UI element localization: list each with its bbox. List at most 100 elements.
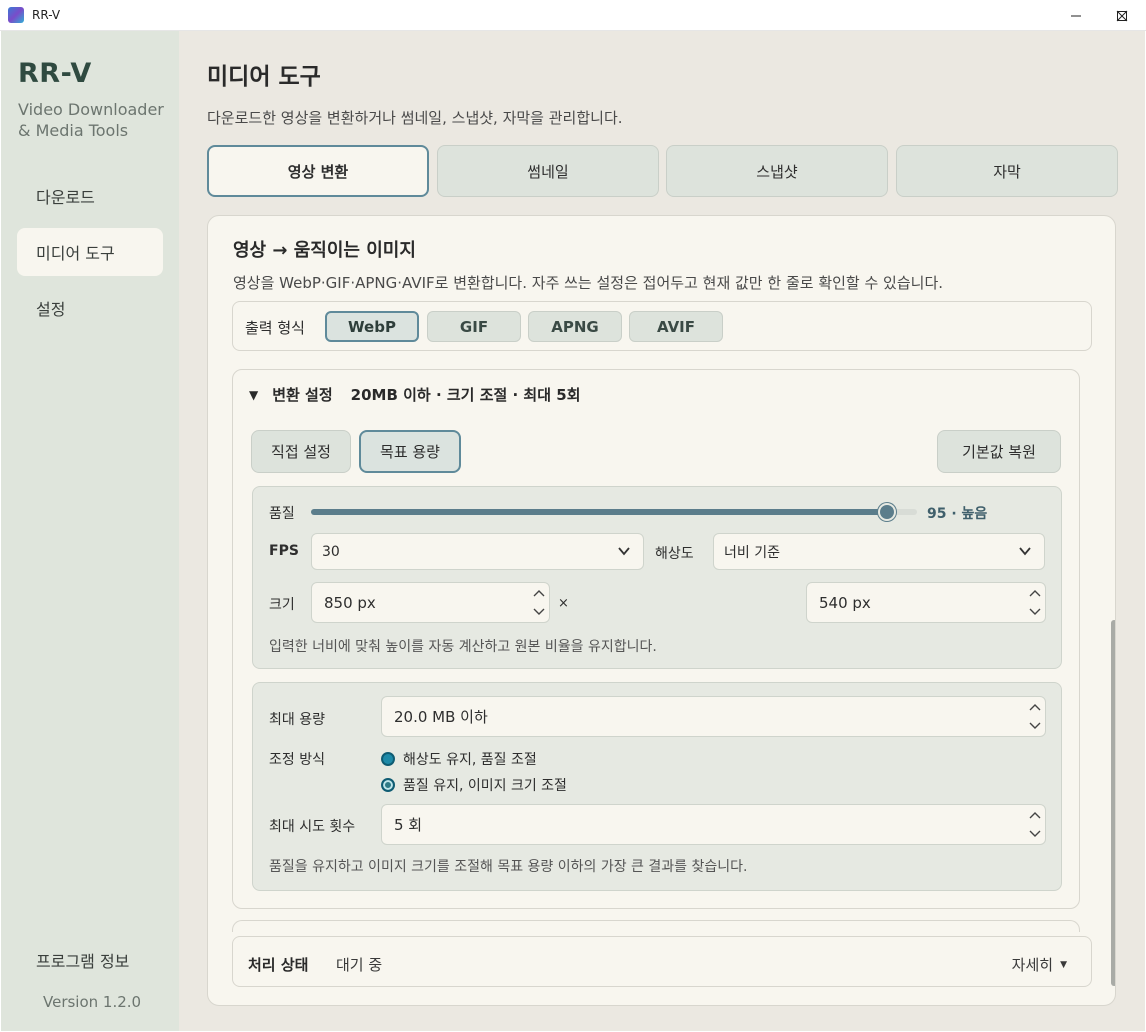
- target-size-mode-button[interactable]: 목표 용량: [359, 430, 461, 473]
- triangle-down-icon: ▼: [249, 387, 259, 402]
- quality-panel: 품질 95 · 높음 FPS 30 해상도 너비 기준 크기 850 px × …: [252, 486, 1062, 669]
- radio-checked-icon: [381, 778, 395, 792]
- chevron-down-icon[interactable]: [533, 608, 545, 616]
- chevron-down-icon: [1019, 547, 1031, 556]
- adjust-keep-resolution-radio[interactable]: 해상도 유지, 품질 조절: [381, 749, 537, 769]
- settings-collapse-toggle[interactable]: ▼ 변환 설정 20MB 이하 · 크기 조절 · 최대 5회: [249, 384, 581, 405]
- chevron-up-icon[interactable]: [1029, 811, 1041, 819]
- width-value: 850 px: [324, 593, 376, 612]
- status-label: 처리 상태: [248, 956, 309, 974]
- scrollbar[interactable]: [1111, 620, 1115, 986]
- manual-mode-button[interactable]: 직접 설정: [251, 430, 351, 473]
- details-toggle[interactable]: 자세히 ▼: [1012, 954, 1067, 975]
- sidebar-item-download[interactable]: 다운로드: [17, 172, 163, 220]
- version-label: Version 1.2.0: [43, 993, 142, 1011]
- brand-title: RR-V: [18, 58, 92, 89]
- app-logo-icon: [8, 7, 24, 23]
- target-size-panel: 최대 용량 20.0 MB 이하 조정 방식 해상도 유지, 품질 조절 품질 …: [252, 682, 1062, 891]
- caret-down-icon: ▼: [1060, 959, 1067, 970]
- quality-value: 95 · 높음: [927, 506, 988, 522]
- chevron-down-icon[interactable]: [1029, 830, 1041, 838]
- quality-slider[interactable]: [311, 503, 917, 521]
- radio-label: 품질 유지, 이미지 크기 조절: [403, 778, 567, 794]
- chevron-up-icon[interactable]: [1029, 703, 1041, 711]
- output-format-row: 출력 형식 WebP GIF APNG AVIF: [232, 301, 1092, 351]
- main-area: 미디어 도구 다운로드한 영상을 변환하거나 썸네일, 스냅샷, 자막을 관리합…: [179, 31, 1145, 1031]
- brand-subtitle: Video Downloader & Media Tools: [18, 99, 164, 141]
- width-stepper[interactable]: [529, 583, 549, 622]
- size-label: 크기: [269, 597, 295, 613]
- quality-slider-fill: [311, 509, 887, 515]
- tab-subtitle[interactable]: 자막: [896, 145, 1118, 197]
- brand-subtitle-line-1: Video Downloader: [18, 100, 164, 119]
- max-attempts-stepper[interactable]: [1025, 805, 1045, 844]
- page-description: 다운로드한 영상을 변환하거나 썸네일, 스냅샷, 자막을 관리합니다.: [207, 109, 623, 127]
- sidebar-item-settings[interactable]: 설정: [17, 284, 163, 332]
- status-value: 대기 중: [336, 956, 383, 974]
- fps-select[interactable]: 30: [311, 533, 644, 570]
- width-input[interactable]: 850 px: [311, 582, 550, 623]
- reset-defaults-button[interactable]: 기본값 복원: [937, 430, 1061, 473]
- sidebar-item-media-tools[interactable]: 미디어 도구: [17, 228, 163, 276]
- chevron-up-icon[interactable]: [1029, 589, 1041, 597]
- output-format-label: 출력 형식: [245, 319, 305, 337]
- times-sign: ×: [558, 596, 569, 611]
- quality-slider-handle[interactable]: [878, 503, 896, 521]
- convert-card: 영상 → 움직이는 이미지 영상을 WebP·GIF·APNG·AVIF로 변환…: [207, 215, 1116, 1006]
- title-bar: RR-V: [0, 0, 1146, 31]
- sidebar-item-label: 미디어 도구: [36, 244, 115, 263]
- next-section-edge: [232, 920, 1080, 932]
- format-webp-button[interactable]: WebP: [325, 311, 419, 342]
- settings-summary: 20MB 이하 · 크기 조절 · 최대 5회: [350, 386, 581, 404]
- height-value: 540 px: [819, 593, 871, 612]
- height-input[interactable]: 540 px: [806, 582, 1046, 623]
- height-stepper[interactable]: [1025, 583, 1045, 622]
- resolution-label: 해상도: [655, 546, 694, 562]
- page-title: 미디어 도구: [207, 64, 321, 90]
- chevron-up-icon[interactable]: [533, 589, 545, 597]
- convert-settings-section: ▼ 변환 설정 20MB 이하 · 크기 조절 · 최대 5회 직접 설정 목표…: [232, 369, 1080, 909]
- radio-icon: [381, 752, 395, 766]
- brand-subtitle-line-2: & Media Tools: [18, 121, 129, 140]
- radio-label: 해상도 유지, 품질 조절: [403, 752, 537, 768]
- max-size-value: 20.0 MB 이하: [394, 708, 488, 726]
- chevron-down-icon[interactable]: [1029, 722, 1041, 730]
- resolution-value: 너비 기준: [724, 544, 780, 561]
- max-attempts-label: 최대 시도 횟수: [269, 819, 356, 835]
- card-title: 영상 → 움직이는 이미지: [233, 240, 416, 261]
- target-hint: 품질을 유지하고 이미지 크기를 조절해 목표 용량 이하의 가장 큰 결과를 …: [269, 859, 748, 875]
- minimize-icon: [1071, 15, 1081, 16]
- format-gif-button[interactable]: GIF: [427, 311, 521, 342]
- sidebar-item-label: 설정: [36, 300, 66, 319]
- card-description: 영상을 WebP·GIF·APNG·AVIF로 변환합니다. 자주 쓰는 설정은…: [233, 274, 944, 292]
- tab-snapshot[interactable]: 스냅샷: [666, 145, 888, 197]
- adjust-keep-quality-radio[interactable]: 품질 유지, 이미지 크기 조절: [381, 775, 567, 795]
- close-button[interactable]: [1099, 0, 1145, 31]
- format-apng-button[interactable]: APNG: [528, 311, 622, 342]
- settings-title: 변환 설정: [272, 386, 333, 404]
- sidebar-item-label: 다운로드: [36, 188, 95, 207]
- minimize-button[interactable]: [1053, 0, 1099, 31]
- quality-label: 품질: [269, 506, 295, 522]
- max-attempts-value: 5 회: [394, 816, 423, 834]
- max-attempts-input[interactable]: 5 회: [381, 804, 1046, 845]
- format-avif-button[interactable]: AVIF: [629, 311, 723, 342]
- resolution-select[interactable]: 너비 기준: [713, 533, 1045, 570]
- tab-video-convert[interactable]: 영상 변환: [207, 145, 429, 197]
- fps-label: FPS: [269, 543, 299, 559]
- details-label: 자세히: [1011, 956, 1054, 974]
- adjust-method-label: 조정 방식: [269, 752, 325, 768]
- max-size-stepper[interactable]: [1025, 697, 1045, 736]
- about-link[interactable]: 프로그램 정보: [36, 948, 129, 972]
- max-size-input[interactable]: 20.0 MB 이하: [381, 696, 1046, 737]
- chevron-down-icon: [618, 547, 630, 556]
- status-bar: 처리 상태 대기 중 자세히 ▼: [232, 936, 1092, 987]
- sidebar: RR-V Video Downloader & Media Tools 다운로드…: [1, 31, 179, 1031]
- close-icon: [1116, 10, 1128, 21]
- window-title: RR-V: [32, 8, 61, 22]
- chevron-down-icon[interactable]: [1029, 608, 1041, 616]
- tab-thumbnail[interactable]: 썸네일: [437, 145, 659, 197]
- size-hint: 입력한 너비에 맞춰 높이를 자동 계산하고 원본 비율을 유지합니다.: [269, 639, 657, 655]
- max-size-label: 최대 용량: [269, 712, 325, 728]
- fps-value: 30: [322, 543, 340, 560]
